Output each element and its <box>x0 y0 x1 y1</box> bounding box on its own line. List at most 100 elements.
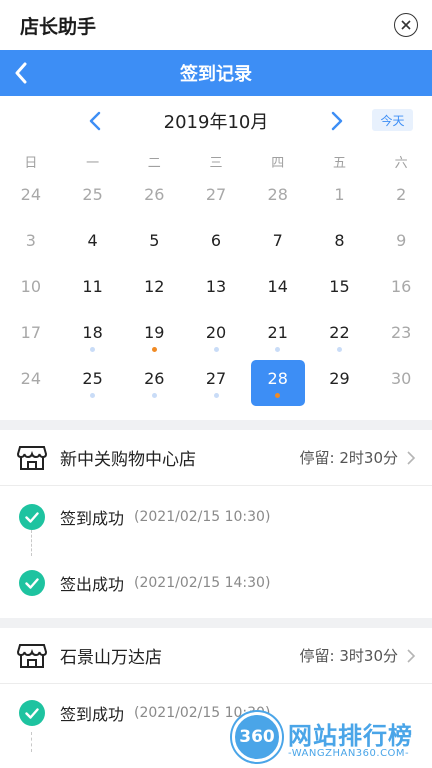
calendar-day[interactable]: 26 <box>123 360 185 406</box>
checkin-dot <box>90 346 96 352</box>
checkin-dot <box>275 346 281 352</box>
checkin-dot <box>151 392 157 398</box>
day-number: 30 <box>390 368 412 388</box>
calendar-day[interactable]: 10 <box>0 268 62 314</box>
day-number: 2 <box>396 184 407 204</box>
calendar-day[interactable]: 28 <box>247 176 309 222</box>
calendar-day[interactable]: 24 <box>0 360 62 406</box>
app-title: 店长助手 <box>20 15 97 38</box>
day-number: 1 <box>334 184 345 204</box>
calendar-week-row: 17 18 19 20 21 22 23 <box>0 314 432 360</box>
day-number: 26 <box>144 184 165 204</box>
record-label: 签出成功 <box>60 575 125 594</box>
calendar-day[interactable]: 19 <box>123 314 185 360</box>
dot-placeholder <box>337 209 342 214</box>
weekday-label: 四 <box>271 155 285 171</box>
calendar-day[interactable]: 27 <box>185 360 247 406</box>
close-icon <box>401 20 411 30</box>
calendar-day[interactable]: 30 <box>370 360 432 406</box>
dot-placeholder <box>214 255 219 260</box>
day-number: 14 <box>267 276 288 296</box>
dot-placeholder <box>399 347 404 352</box>
calendar-day[interactable]: 2 <box>370 176 432 222</box>
day-number: 11 <box>82 276 103 296</box>
calendar-day[interactable]: 4 <box>62 222 124 268</box>
weekday-label: 日 <box>24 155 38 171</box>
calendar-day[interactable]: 14 <box>247 268 309 314</box>
dot-placeholder <box>337 301 342 306</box>
calendar-day[interactable]: 24 <box>0 176 62 222</box>
dot-placeholder <box>90 255 95 260</box>
calendar-day[interactable]: 3 <box>0 222 62 268</box>
stay-duration: 停留: 3时30分 <box>299 647 398 665</box>
record-label: 签到成功 <box>60 705 125 724</box>
dot-placeholder <box>28 347 33 352</box>
calendar-day[interactable]: 6 <box>185 222 247 268</box>
calendar-day[interactable]: 26 <box>123 176 185 222</box>
checkin-dot-highlight <box>275 392 281 398</box>
back-arrow-icon <box>15 62 27 84</box>
page-title: 签到记录 <box>180 64 252 85</box>
next-month-button[interactable] <box>325 110 347 132</box>
store-card: 新中关购物中心店 停留: 2时30分 签到成功 (2021/02/15 10:3… <box>0 430 432 618</box>
day-number: 23 <box>390 322 412 342</box>
stay-duration: 停留: 2时30分 <box>299 449 398 467</box>
calendar-day[interactable]: 21 <box>247 314 309 360</box>
dot-placeholder <box>28 209 33 214</box>
day-number: 28 <box>267 184 288 204</box>
dot-placeholder <box>275 209 280 214</box>
weekday-label: 三 <box>209 155 223 171</box>
day-number: 19 <box>144 322 165 342</box>
calendar-day[interactable]: 15 <box>309 268 371 314</box>
check-circle-icon <box>19 700 45 726</box>
calendar-day[interactable]: 8 <box>309 222 371 268</box>
calendar-day[interactable]: 22 <box>309 314 371 360</box>
back-button[interactable] <box>14 60 40 86</box>
calendar-day[interactable]: 5 <box>123 222 185 268</box>
calendar-day[interactable]: 25 <box>62 360 124 406</box>
watermark: 360 网站排行榜 -WANGZHAN360.COM- <box>222 708 432 768</box>
store-header[interactable]: 新中关购物中心店 停留: 2时30分 <box>0 430 432 486</box>
check-circle-icon <box>19 570 45 596</box>
calendar-day[interactable]: 29 <box>309 360 371 406</box>
record-time: (2021/02/15 10:30) <box>134 509 271 525</box>
dot-placeholder <box>214 209 219 214</box>
chevron-right-icon <box>407 450 416 465</box>
today-button[interactable]: 今天 <box>372 109 413 131</box>
calendar-day[interactable]: 11 <box>62 268 124 314</box>
dot-placeholder <box>152 255 157 260</box>
watermark-text: 网站排行榜 <box>288 722 413 750</box>
day-number: 20 <box>205 322 227 342</box>
day-number: 6 <box>210 230 222 250</box>
checkin-dot <box>213 346 219 352</box>
calendar-day[interactable]: 17 <box>0 314 62 360</box>
calendar-day[interactable]: 25 <box>62 176 124 222</box>
day-number: 24 <box>20 184 42 204</box>
store-header[interactable]: 石景山万达店 停留: 3时30分 <box>0 628 432 684</box>
calendar-day[interactable]: 18 <box>62 314 124 360</box>
day-number: 8 <box>334 230 345 250</box>
calendar-day[interactable]: 23 <box>370 314 432 360</box>
calendar-day[interactable]: 20 <box>185 314 247 360</box>
calendar-week-row: 24 25 26 27 28 29 30 <box>0 360 432 406</box>
day-number: 21 <box>267 322 288 342</box>
watermark-subtext: -WANGZHAN360.COM- <box>288 748 410 759</box>
calendar-day[interactable]: 27 <box>185 176 247 222</box>
day-number: 27 <box>205 368 227 388</box>
calendar-day[interactable]: 7 <box>247 222 309 268</box>
calendar-day[interactable]: 13 <box>185 268 247 314</box>
close-button[interactable] <box>394 13 418 37</box>
store-name: 石景山万达店 <box>60 648 162 668</box>
day-number: 18 <box>82 322 103 342</box>
weekday-label: 一 <box>86 155 100 171</box>
record-time: (2021/02/15 14:30) <box>134 575 271 591</box>
prev-month-button[interactable] <box>85 110 107 132</box>
dot-placeholder <box>337 255 342 260</box>
calendar-day[interactable]: 1 <box>309 176 371 222</box>
record-item: 签出成功 (2021/02/15 14:30) <box>0 558 432 608</box>
calendar-day[interactable]: 12 <box>123 268 185 314</box>
calendar-day[interactable]: 16 <box>370 268 432 314</box>
calendar-day-selected[interactable]: 28 <box>247 360 309 406</box>
calendar-day[interactable]: 9 <box>370 222 432 268</box>
dot-placeholder <box>28 301 33 306</box>
